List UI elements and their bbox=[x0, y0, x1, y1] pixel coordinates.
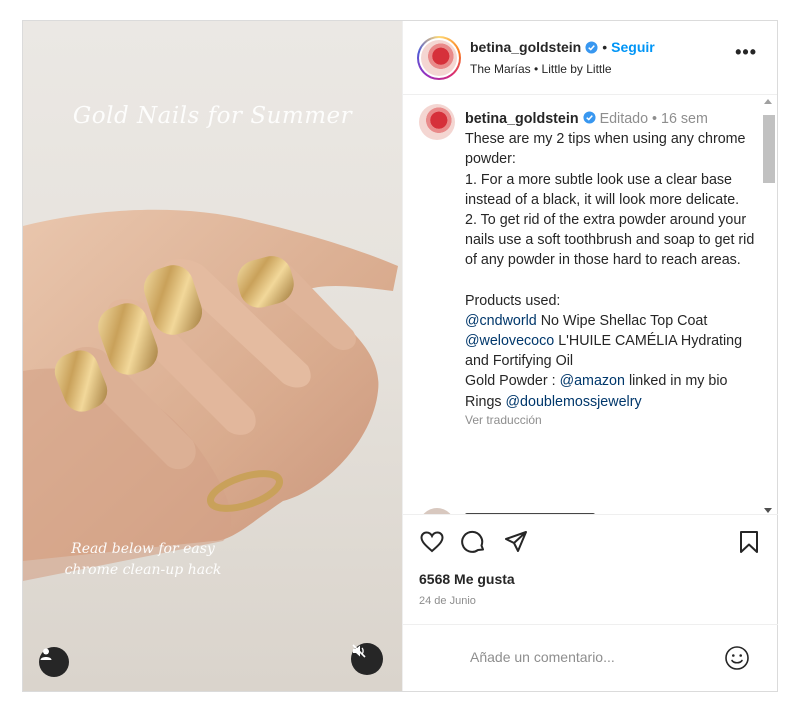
see-translation-link[interactable]: Ver traducción bbox=[465, 412, 755, 428]
product-3-prefix: Gold Powder : bbox=[465, 373, 560, 390]
caption-tip-2: 2. To get rid of the extra powder around… bbox=[465, 212, 755, 269]
products-heading: Products used: bbox=[465, 292, 561, 309]
tagged-users-button[interactable] bbox=[39, 647, 69, 677]
author-line: betina_goldstein • Seguir bbox=[470, 39, 655, 55]
comment-author-username[interactable]: betina_goldstein bbox=[465, 111, 579, 127]
instagram-post: Gold Nails for Summer Read below for eas… bbox=[22, 20, 778, 692]
post-header: betina_goldstein • Seguir The Marías • L… bbox=[403, 21, 777, 95]
follow-button[interactable]: Seguir bbox=[611, 39, 655, 55]
media-overlay-title: Gold Nails for Summer bbox=[72, 103, 353, 129]
heart-icon[interactable] bbox=[419, 529, 445, 555]
post-details-panel: betina_goldstein • Seguir The Marías • L… bbox=[402, 21, 778, 691]
caption-comment: betina_goldstein Editado • 16 sem These … bbox=[465, 109, 755, 428]
header-separator: • bbox=[602, 39, 608, 55]
author-username[interactable]: betina_goldstein bbox=[470, 39, 581, 55]
mention-amazon[interactable]: @amazon bbox=[560, 373, 625, 389]
mention-doublemossjewelry[interactable]: @doublemossjewelry bbox=[506, 394, 642, 410]
muted-speaker-icon bbox=[352, 644, 366, 658]
author-avatar[interactable] bbox=[417, 36, 461, 80]
comment-icon[interactable] bbox=[461, 529, 487, 555]
comment-composer bbox=[403, 624, 778, 691]
user-icon bbox=[40, 648, 52, 660]
media-overlay-caption: Read below for easy chrome clean-up hack bbox=[64, 541, 222, 578]
product-4-prefix: Rings bbox=[465, 393, 506, 410]
audio-track-link[interactable]: The Marías • Little by Little bbox=[470, 62, 612, 76]
post-media[interactable]: Gold Nails for Summer Read below for eas… bbox=[23, 21, 402, 691]
likes-count[interactable]: 6568 Me gusta bbox=[419, 571, 515, 587]
comments-scrollbar[interactable] bbox=[761, 99, 775, 513]
verified-badge-icon bbox=[585, 40, 598, 54]
caption-tip-1: 1. For a more subtle look use a clear ba… bbox=[465, 171, 740, 208]
product-1-text: No Wipe Shellac Top Coat bbox=[536, 312, 708, 329]
product-3-text: linked in my bio bbox=[624, 373, 728, 390]
mention-cndworld[interactable]: @cndworld bbox=[465, 313, 537, 329]
comments-list[interactable]: betina_goldstein Editado • 16 sem These … bbox=[403, 96, 778, 514]
comment-input[interactable] bbox=[470, 645, 710, 669]
emoji-icon[interactable] bbox=[724, 645, 750, 671]
more-options-button[interactable]: ••• bbox=[735, 43, 757, 61]
mute-toggle-button[interactable] bbox=[351, 643, 383, 675]
verified-badge-icon bbox=[583, 111, 596, 124]
scrollbar-thumb[interactable] bbox=[763, 115, 775, 183]
post-date[interactable]: 24 de Junio bbox=[419, 595, 476, 607]
bookmark-icon[interactable] bbox=[736, 529, 762, 555]
scroll-down-arrow-icon[interactable] bbox=[764, 508, 772, 513]
comment-author-avatar[interactable] bbox=[419, 104, 455, 140]
mention-welovecoco[interactable]: @welovecoco bbox=[465, 333, 554, 349]
caption-intro: These are my 2 tips when using any chrom… bbox=[465, 131, 746, 168]
comment-meta: Editado • 16 sem bbox=[599, 111, 708, 127]
scroll-up-arrow-icon[interactable] bbox=[764, 99, 772, 104]
post-actions: 6568 Me gusta 24 de Junio bbox=[403, 514, 778, 624]
share-icon[interactable] bbox=[503, 529, 529, 555]
